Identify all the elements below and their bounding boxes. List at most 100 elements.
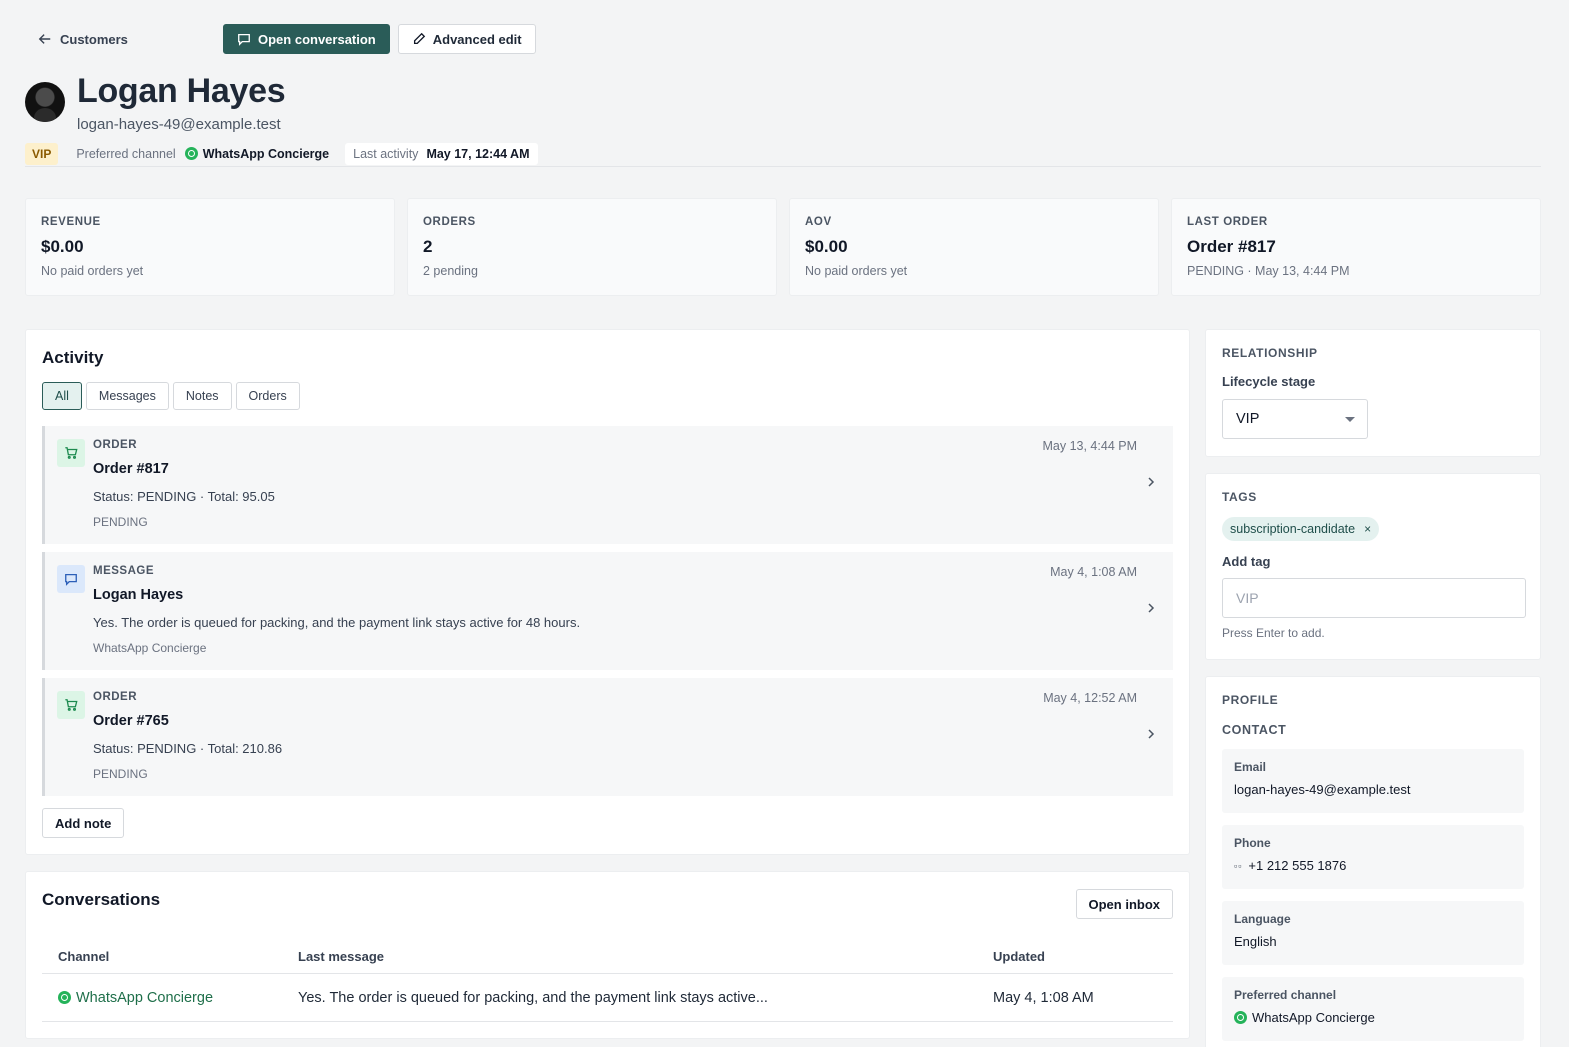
conversations-title: Conversations <box>42 890 161 909</box>
cart-icon <box>57 691 85 719</box>
tags-section-label: TAGS <box>1222 490 1257 504</box>
contact-section-label: CONTACT <box>1222 723 1287 737</box>
item-meta: PENDING <box>93 515 148 529</box>
filter-messages[interactable]: Messages <box>85 382 169 410</box>
conversation-channel-link[interactable]: WhatsApp Concierge <box>76 990 213 1006</box>
open-conversation-button[interactable]: Open conversation <box>223 24 390 54</box>
chevron-right-icon <box>1145 728 1157 743</box>
column-updated: Updated <box>993 949 1045 964</box>
open-inbox-button[interactable]: Open inbox <box>1075 889 1173 919</box>
column-last-message: Last message <box>298 949 384 964</box>
conversation-updated: May 4, 1:08 AM <box>993 989 1094 1006</box>
conversation-last-message: Yes. The order is queued for packing, an… <box>298 989 768 1006</box>
activity-item[interactable]: ORDER Order #817 Status: PENDING · Total… <box>42 426 1173 544</box>
preferred-channel-value: WhatsApp Concierge <box>202 146 330 161</box>
activity-filters: All Messages Notes Orders <box>42 382 1173 410</box>
item-date: May 4, 1:08 AM <box>1050 565 1137 579</box>
add-tag-input[interactable] <box>1222 578 1526 618</box>
flag-icon: ▫▫ <box>1234 860 1243 871</box>
stats-row: REVENUE $0.00 No paid orders yet ORDERS … <box>25 198 1541 296</box>
add-note-button[interactable]: Add note <box>42 808 125 838</box>
phone-label: Phone <box>1234 836 1271 850</box>
activity-list: ORDER Order #817 Status: PENDING · Total… <box>42 426 1173 796</box>
open-conversation-label: Open conversation <box>258 31 376 47</box>
email-label: Email <box>1234 760 1267 774</box>
back-to-customers-link[interactable]: Customers <box>25 32 223 47</box>
item-date: May 4, 12:52 AM <box>1043 691 1137 705</box>
table-row[interactable]: WhatsApp Concierge Yes. The order is que… <box>42 974 1173 1022</box>
avatar <box>25 82 65 122</box>
conversations-panel: Conversations Open inbox Channel Last me… <box>25 871 1190 1039</box>
add-tag-label: Add tag <box>1222 554 1271 569</box>
conversations-table: Channel Last message Updated WhatsApp Co… <box>42 940 1173 1022</box>
item-title: Logan Hayes <box>93 587 184 603</box>
email-value: logan-hayes-49@example.test <box>1234 782 1411 797</box>
stat-card-last-order: LAST ORDER Order #817 PENDING · May 13, … <box>1171 198 1541 296</box>
conversation-channel-cell: WhatsApp Concierge <box>42 990 298 1006</box>
language-value: English <box>1234 934 1277 949</box>
preferred-channel-label: Preferred channel <box>76 146 176 161</box>
top-bar: Customers Open conversation Advanced edi… <box>25 24 536 54</box>
preferred-channel-field-value: WhatsApp Concierge <box>1252 1010 1375 1025</box>
whatsapp-icon <box>184 147 198 160</box>
stat-value: 2 <box>423 237 433 256</box>
column-channel: Channel <box>58 949 110 964</box>
activity-panel: Activity All Messages Notes Orders ORDER… <box>25 329 1190 855</box>
stat-value: $0.00 <box>805 237 848 256</box>
filter-orders[interactable]: Orders <box>235 382 300 410</box>
filter-all[interactable]: All <box>42 382 82 410</box>
chat-bubble-icon <box>57 565 85 593</box>
filter-notes[interactable]: Notes <box>172 382 232 410</box>
chat-bubble-icon <box>238 33 250 46</box>
table-header: Channel Last message Updated <box>42 940 1173 974</box>
item-type: ORDER <box>93 691 138 703</box>
stat-sub: No paid orders yet <box>805 264 908 278</box>
activity-title: Activity <box>42 348 104 367</box>
phone-value-row: ▫▫ +1 212 555 1876 <box>1234 858 1512 873</box>
item-date: May 13, 4:44 PM <box>1042 439 1138 453</box>
item-desc: Yes. The order is queued for packing, an… <box>93 615 581 630</box>
cart-icon <box>57 439 85 467</box>
stat-label: AOV <box>805 216 832 228</box>
lifecycle-stage-select[interactable]: VIP <box>1222 399 1368 439</box>
arrow-left-icon <box>38 34 51 44</box>
preferred-channel-field-label: Preferred channel <box>1234 988 1337 1002</box>
activity-item[interactable]: MESSAGE Logan Hayes Yes. The order is qu… <box>42 552 1173 670</box>
relationship-section-label: RELATIONSHIP <box>1222 346 1318 360</box>
back-link-label: Customers <box>60 31 128 47</box>
stat-label: ORDERS <box>423 216 476 228</box>
customer-name: Logan Hayes <box>77 72 286 110</box>
item-desc: Status: PENDING · Total: 210.86 <box>93 741 283 756</box>
chevron-right-icon <box>1145 476 1157 491</box>
caret-down-icon <box>1345 416 1355 422</box>
stat-card-aov: AOV $0.00 No paid orders yet <box>789 198 1159 296</box>
item-meta: WhatsApp Concierge <box>93 641 207 655</box>
customer-meta-row: VIP Preferred channel WhatsApp Concierge… <box>25 142 538 165</box>
item-meta: PENDING <box>93 767 148 781</box>
profile-section-label: PROFILE <box>1222 693 1279 707</box>
stat-card-revenue: REVENUE $0.00 No paid orders yet <box>25 198 395 296</box>
tag-label: subscription-candidate <box>1230 522 1356 536</box>
stat-sub: 2 pending <box>423 264 478 278</box>
relationship-panel: RELATIONSHIP Lifecycle stage VIP <box>1205 329 1541 457</box>
item-title: Order #765 <box>93 713 169 729</box>
remove-tag-icon[interactable]: × <box>1364 522 1371 536</box>
item-type: MESSAGE <box>93 565 155 577</box>
stat-label: REVENUE <box>41 216 101 228</box>
vip-badge: VIP <box>25 142 59 165</box>
pencil-icon <box>413 32 425 45</box>
item-title: Order #817 <box>93 461 169 477</box>
advanced-edit-label: Advanced edit <box>432 31 522 47</box>
profile-phone-card: Phone ▫▫ +1 212 555 1876 <box>1222 825 1524 889</box>
stat-sub: No paid orders yet <box>41 264 144 278</box>
stat-label: LAST ORDER <box>1187 216 1268 228</box>
lifecycle-stage-label: Lifecycle stage <box>1222 374 1316 389</box>
activity-item[interactable]: ORDER Order #765 Status: PENDING · Total… <box>42 678 1173 796</box>
stat-sub: PENDING · May 13, 4:44 PM <box>1187 264 1350 278</box>
item-type: ORDER <box>93 439 138 451</box>
advanced-edit-button[interactable]: Advanced edit <box>397 24 536 54</box>
preferred-channel-row: WhatsApp Concierge <box>1234 1010 1512 1025</box>
header-divider <box>25 166 1541 167</box>
stat-value: $0.00 <box>41 237 84 256</box>
customer-email: logan-hayes-49@example.test <box>77 116 281 133</box>
